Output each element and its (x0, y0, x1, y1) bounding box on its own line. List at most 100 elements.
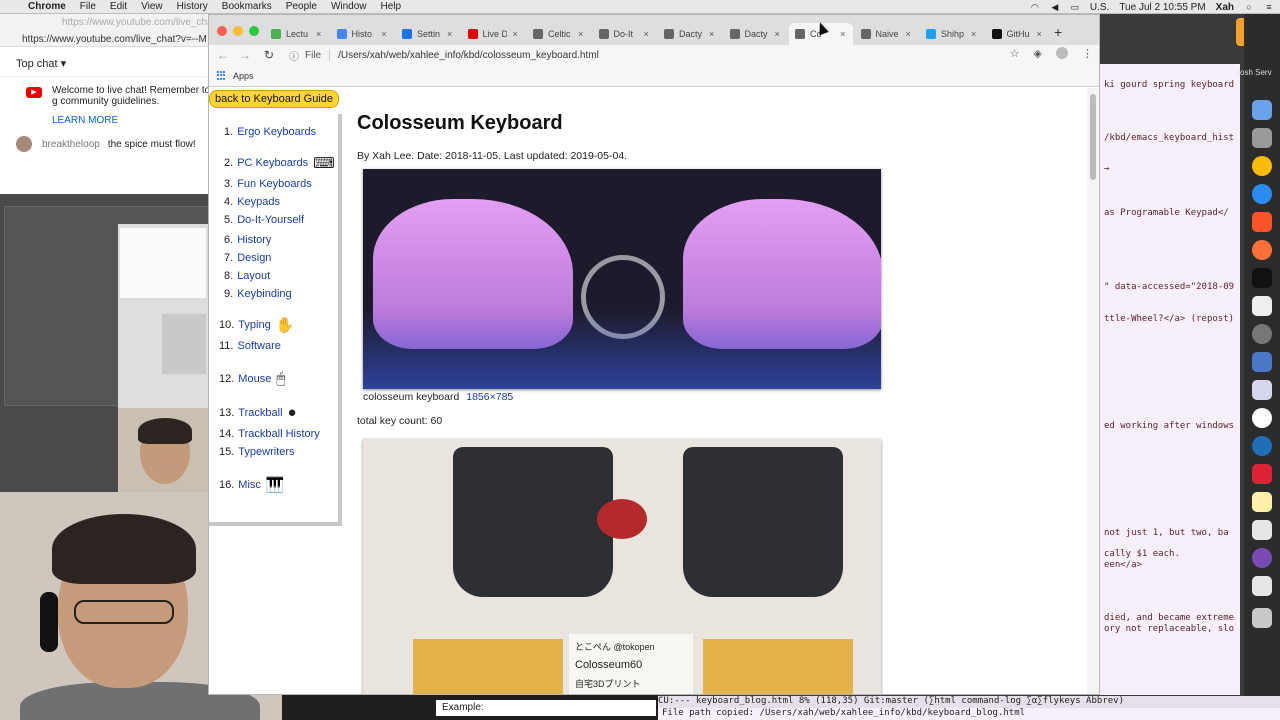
menu-people[interactable]: People (286, 1, 317, 12)
menu-edit[interactable]: Edit (110, 1, 127, 12)
menubar-clock[interactable]: Tue Jul 2 10:55 PM (1119, 2, 1205, 13)
chrome-icon[interactable] (1252, 156, 1272, 176)
app-icon[interactable] (1252, 380, 1272, 400)
scrollbar-thumb[interactable] (1090, 94, 1096, 180)
menubar-app-name[interactable]: Chrome (28, 1, 66, 12)
toc-item-link[interactable]: Layout (237, 270, 270, 282)
toc-item-link[interactable]: Fun Keyboards (237, 178, 312, 190)
firefox-icon[interactable] (1252, 240, 1272, 260)
chat-message-user[interactable]: breaktheloop (42, 139, 100, 150)
photo-dimensions-link[interactable]: 1856×785 (466, 391, 513, 403)
battery-icon[interactable]: ▭ (1070, 2, 1080, 12)
info-icon[interactable]: ⓘ (289, 48, 299, 63)
textedit-icon[interactable] (1252, 296, 1272, 316)
tab-close-icon[interactable]: × (578, 29, 583, 39)
finder-icon[interactable] (1252, 100, 1272, 120)
activity-icon[interactable] (1252, 324, 1272, 344)
menubar-user[interactable]: Xah (1216, 2, 1234, 13)
safari-icon[interactable] (1252, 184, 1272, 204)
tab-2[interactable]: Histo × (331, 23, 395, 45)
new-tab-button[interactable]: + (1054, 24, 1062, 40)
menu-file[interactable]: File (80, 1, 96, 12)
tab-close-icon[interactable]: × (644, 29, 649, 39)
profile-avatar[interactable] (1056, 47, 1068, 59)
colosseum-keyboard-photo[interactable] (363, 169, 881, 389)
tab-close-icon[interactable]: × (1037, 29, 1042, 39)
colosseum-keyboard-photo-2[interactable]: とこぺん @tokopen Colosseum60 自宅3Dプリント (363, 439, 881, 694)
brave-icon[interactable] (1252, 212, 1272, 232)
terminal-icon[interactable] (1252, 268, 1272, 288)
calculator-icon[interactable] (1252, 352, 1272, 372)
page-scrollbar[interactable] (1087, 88, 1099, 694)
toc-item-link[interactable]: Do-It-Yourself (237, 214, 304, 226)
toc-item-link[interactable]: Typing (238, 319, 270, 331)
menu-kebab-icon[interactable]: ⋮ (1082, 47, 1093, 60)
tab-8[interactable]: Dacty × (724, 23, 788, 45)
toc-item-link[interactable]: Ergo Keyboards (237, 126, 316, 138)
app-icon-2[interactable] (1252, 436, 1272, 456)
top-chat-dropdown[interactable]: Top chat ▾ (0, 47, 212, 77)
emacs-icon[interactable] (1252, 548, 1272, 568)
tab-7[interactable]: Dacty × (658, 23, 722, 45)
youtube-url[interactable]: https://www.youtube.com/live_chat?v=--M (22, 34, 212, 45)
menu-help[interactable]: Help (381, 1, 402, 12)
tab-12[interactable]: GitHu × (986, 23, 1050, 45)
toc-item-link[interactable]: Trackball History (238, 428, 320, 440)
toc-item-link[interactable]: Design (237, 252, 271, 264)
system-prefs-icon[interactable] (1252, 128, 1272, 148)
back-to-keyboard-guide-button[interactable]: back to Keyboard Guide (209, 90, 340, 108)
toc-item-link[interactable]: Typewriters (238, 446, 294, 458)
tab-close-icon[interactable]: × (513, 29, 518, 39)
notification-center-icon[interactable]: ≡ (1264, 2, 1274, 12)
document-icon[interactable] (1252, 520, 1272, 540)
trash-icon[interactable] (1252, 608, 1272, 628)
bookmark-star-icon[interactable]: ☆ (1010, 47, 1020, 60)
tab-close-icon[interactable]: × (316, 29, 321, 39)
toc-item-link[interactable]: Keypads (237, 196, 280, 208)
forward-arrow-icon[interactable]: → (237, 48, 253, 62)
tab-1[interactable]: Lectu × (265, 23, 329, 45)
learn-more-link[interactable]: LEARN MORE (52, 115, 212, 126)
photo-booth-icon[interactable] (1252, 464, 1272, 484)
menu-window[interactable]: Window (331, 1, 367, 12)
notes-icon[interactable] (1252, 492, 1272, 512)
address-bar[interactable]: /Users/xah/web/xahlee_info/kbd/colosseum… (338, 50, 599, 61)
zoom-window-button[interactable] (249, 26, 259, 36)
tab-close-icon[interactable]: × (447, 29, 452, 39)
toc-item-link[interactable]: PC Keyboards (237, 157, 308, 169)
toc-item-link[interactable]: Trackball (238, 407, 282, 419)
spotlight-icon[interactable]: ○ (1244, 2, 1254, 12)
tab-10[interactable]: Naive × (855, 23, 919, 45)
shield-icon[interactable]: ◈ (1034, 47, 1042, 60)
tab-close-icon[interactable]: × (971, 29, 976, 39)
menu-bookmarks[interactable]: Bookmarks (222, 1, 272, 12)
menu-view[interactable]: View (141, 1, 163, 12)
back-arrow-icon[interactable]: ← (215, 48, 231, 62)
close-window-button[interactable] (217, 26, 227, 36)
wifi-icon[interactable]: ◠ (1030, 2, 1040, 12)
tab-4[interactable]: Live D × (462, 23, 526, 45)
menu-history[interactable]: History (177, 1, 208, 12)
tab-5[interactable]: Celtic × (527, 23, 591, 45)
toc-item-link[interactable]: Keybinding (237, 288, 291, 300)
tab-close-icon[interactable]: × (840, 29, 845, 39)
tab-close-icon[interactable]: × (709, 29, 714, 39)
apps-bookmark[interactable]: Apps (233, 71, 254, 81)
toc-item-link[interactable]: History (237, 234, 271, 246)
obs-icon[interactable] (1252, 408, 1272, 428)
app-icon-3[interactable] (1252, 576, 1272, 596)
toc-item-link[interactable]: Software (237, 340, 280, 352)
toc-item-link[interactable]: Misc (238, 479, 261, 491)
volume-icon[interactable]: ◀ (1050, 2, 1060, 12)
input-source[interactable]: U.S. (1090, 2, 1109, 13)
tab-close-icon[interactable]: × (382, 29, 387, 39)
toc-item-link[interactable]: Mouse (238, 373, 271, 385)
tab-11[interactable]: Shihp × (920, 23, 984, 45)
tab-3[interactable]: Settin × (396, 23, 460, 45)
minimize-window-button[interactable] (233, 26, 243, 36)
tab-close-icon[interactable]: × (775, 29, 780, 39)
emacs-buffer[interactable]: ki gourd spring keyboard/kbd/emacs_keybo… (1100, 64, 1240, 695)
tab-close-icon[interactable]: × (906, 29, 911, 39)
apps-grid-icon[interactable] (217, 70, 227, 81)
reload-icon[interactable]: ↻ (261, 48, 277, 62)
